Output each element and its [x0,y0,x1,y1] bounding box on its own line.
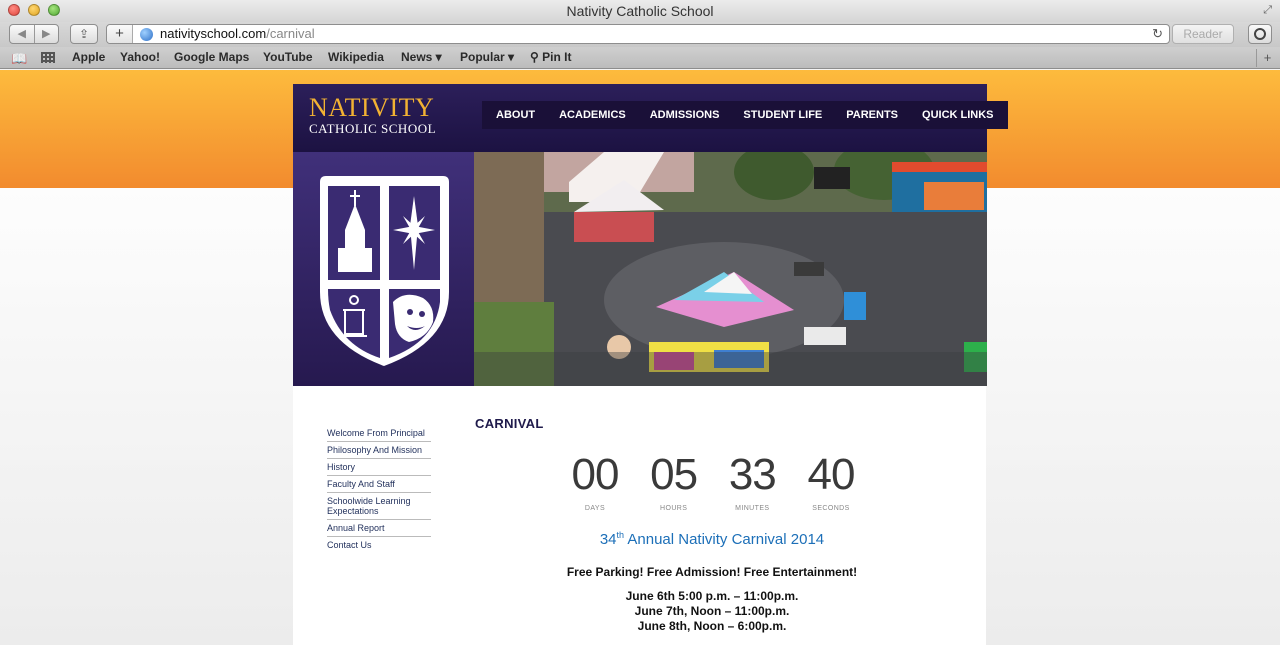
countdown-seconds-label: SECONDS [812,505,850,512]
school-crest [320,176,449,366]
countdown-hours-value: 05 [650,450,698,499]
close-window-button[interactable] [8,4,20,16]
url-path: /carnival [266,26,315,41]
countdown-seconds-value: 40 [807,450,855,499]
about-subnav: Welcome From Principal Philosophy And Mi… [327,425,431,553]
subnav-annual-report[interactable]: Annual Report [327,520,431,537]
bookmark-yahoo[interactable]: Yahoo! [120,47,160,68]
reload-icon[interactable]: ↻ [1152,25,1163,43]
subnav-philosophy-and-mission[interactable]: Philosophy And Mission [327,442,431,459]
subnav-welcome-from-principal[interactable]: Welcome From Principal [327,425,431,442]
countdown-minutes-value: 33 [728,450,777,499]
subnav-faculty-and-staff[interactable]: Faculty And Staff [327,476,431,493]
bookmark-youtube[interactable]: YouTube [263,47,313,68]
nav-academics[interactable]: ACADEMICS [547,101,638,129]
bookmark-popular[interactable]: Popular ▾ [460,47,514,68]
bookmark-news[interactable]: News ▾ [401,47,442,68]
zoom-window-button[interactable] [48,4,60,16]
window-title: Nativity Catholic School [566,3,714,19]
event-tagline: Free Parking! Free Admission! Free Enter… [566,565,858,579]
event-title-text: Annual Nativity Carnival 2014 [627,531,825,548]
new-tab-button[interactable]: + [1256,49,1278,67]
bookmark-wikipedia[interactable]: Wikipedia [328,47,384,68]
window-titlebar: Nativity Catholic School ⤢ [0,0,1280,22]
countdown-timer: 00 DAYS 05 HOURS 33 MINUTES 40 SECONDS [565,450,861,512]
address-bar[interactable]: + nativityschool.com/carnival ↻ [106,24,1170,44]
countdown-hours-label: HOURS [660,505,688,512]
history-nav: ◀ ▶ [9,24,59,44]
event-date-3: June 8th, Noon – 6:00p.m. [637,619,787,633]
carnival-hero-image [474,152,987,386]
subnav-contact-us[interactable]: Contact Us [327,537,431,553]
subnav-schoolwide-learning-expectations[interactable]: Schoolwide Learning Expectations [327,493,431,520]
event-date-1: June 6th 5:00 p.m. – 11:00p.m. [625,589,799,603]
bookmark-apple[interactable]: Apple [72,47,105,68]
url-text[interactable]: nativityschool.com/carnival [160,25,315,43]
download-icon [1254,28,1266,40]
nav-student-life[interactable]: STUDENT LIFE [731,101,834,129]
globe-icon [140,28,153,41]
countdown-minutes-label: MINUTES [735,505,770,512]
countdown-seconds: 40 SECONDS [801,450,861,512]
bookmark-pin-it[interactable]: ⚲ Pin It [530,47,571,68]
content-area: Welcome From Principal Philosophy And Mi… [293,386,986,645]
event-title: 34th Annual Nativity Carnival 2014 [475,530,949,548]
nav-about[interactable]: ABOUT [484,101,547,129]
site-header: NATIVITY CATHOLIC SCHOOL ABOUT ACADEMICS… [293,84,1008,152]
nav-quick-links[interactable]: QUICK LINKS [910,101,1006,129]
countdown-hours: 05 HOURS [644,450,704,512]
nav-admissions[interactable]: ADMISSIONS [638,101,732,129]
crest-panel [293,152,474,386]
back-button[interactable]: ◀ [10,25,35,43]
nav-parents[interactable]: PARENTS [834,101,910,129]
forward-button[interactable]: ▶ [35,25,59,43]
event-ordinal: 34 [599,531,617,548]
url-host: nativityschool.com [160,26,267,41]
countdown-minutes: 33 MINUTES [722,450,782,512]
logo-wordmark[interactable]: NATIVITY [309,95,434,121]
share-button[interactable]: ⇪ [70,24,98,44]
countdown-days-label: DAYS [584,505,606,512]
bookmarks-bar: 📖 Apple Yahoo! Google Maps YouTube Wikip… [0,47,1280,69]
add-bookmark-button[interactable]: + [107,25,133,43]
countdown-days: 00 DAYS [565,450,625,512]
reader-button[interactable]: Reader [1172,24,1234,44]
bookmark-google-maps[interactable]: Google Maps [174,47,249,68]
page-title: CARNIVAL [475,416,544,431]
event-dates: June 6th 5:00 p.m. – 11:00p.m. June 7th,… [475,589,949,634]
browser-toolbar: ◀ ▶ ⇪ + nativityschool.com/carnival ↻ Re… [0,22,1280,47]
countdown-days-value: 00 [571,450,620,499]
reading-list-icon[interactable]: 📖 [11,51,27,67]
fullscreen-icon[interactable]: ⤢ [1263,4,1272,17]
subnav-history[interactable]: History [327,459,431,476]
event-date-2: June 7th, Noon – 11:00p.m. [634,604,790,618]
logo-subtitle[interactable]: CATHOLIC SCHOOL [309,121,436,137]
event-ordinal-suffix: th [616,530,625,540]
main-nav: ABOUT ACADEMICS ADMISSIONS STUDENT LIFE … [482,101,1008,129]
downloads-button[interactable] [1248,24,1272,44]
top-sites-icon[interactable] [41,52,55,63]
minimize-window-button[interactable] [28,4,40,16]
